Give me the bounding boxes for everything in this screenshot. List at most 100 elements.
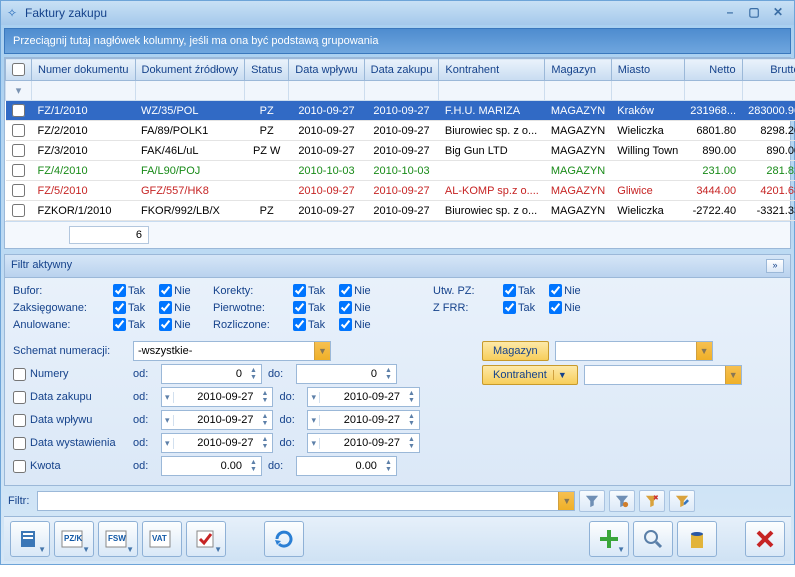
row-check[interactable] xyxy=(12,184,25,197)
bufor-nie[interactable] xyxy=(159,284,172,297)
rozl-nie[interactable] xyxy=(339,318,352,331)
col-doc-no[interactable]: Numer dokumentu xyxy=(32,59,136,81)
data-wplywu-check[interactable] xyxy=(13,414,26,427)
titlebar[interactable]: ✧ Faktury zakupu – ▢ ✕ xyxy=(1,1,794,25)
col-status[interactable]: Status xyxy=(245,59,289,81)
data-wyst-do[interactable]: ▾▲▼ xyxy=(307,433,419,453)
data-zakupu-do[interactable]: ▾▲▼ xyxy=(307,387,419,407)
kontrahent-combo[interactable]: ▼ xyxy=(584,365,742,385)
filtr-combo[interactable]: ▼ xyxy=(37,491,575,511)
svg-text:FSW: FSW xyxy=(108,534,126,543)
label-filtr: Filtr: xyxy=(4,495,33,507)
label-zaksiegowane: Zaksięgowane: xyxy=(13,302,113,314)
zfrr-tak[interactable] xyxy=(503,301,516,314)
filter-panel-title: Filtr aktywny xyxy=(11,259,72,273)
filter-panel-header[interactable]: Filtr aktywny » xyxy=(5,255,790,278)
table-row[interactable]: FZ/3/2010FAK/46L/uLPZ W2010-09-272010-09… xyxy=(6,141,795,161)
data-zakupu-check[interactable] xyxy=(13,391,26,404)
kwota-check[interactable] xyxy=(13,460,26,473)
col-src-doc[interactable]: Dokument źródłowy xyxy=(135,59,245,81)
book-button[interactable]: ▼ xyxy=(10,521,50,557)
table-row[interactable]: FZ/2/2010FA/89/POLK1PZ2010-09-272010-09-… xyxy=(6,121,795,141)
row-check[interactable] xyxy=(12,204,25,217)
table-row[interactable]: FZ/5/2010GFZ/557/HK82010-09-272010-09-27… xyxy=(6,181,795,201)
group-by-band[interactable]: Przeciągnij tutaj nagłówek kolumny, jeśl… xyxy=(4,28,791,54)
zaks-tak[interactable] xyxy=(113,301,126,314)
confirm-button[interactable]: ▼ xyxy=(186,521,226,557)
maximize-button[interactable]: ▢ xyxy=(744,5,764,21)
kontrahent-button[interactable]: Kontrahent ▼ xyxy=(482,365,578,385)
main-toolbar: ▼ PZ/K ▼ FSW ▼ VAT ▼ ▼ xyxy=(4,516,791,561)
pierw-nie[interactable] xyxy=(339,301,352,314)
table-row[interactable]: FZ/4/2010FA/L90/POJ2010-10-032010-10-03M… xyxy=(6,161,795,181)
rozl-tak[interactable] xyxy=(293,318,306,331)
add-button[interactable]: ▼ xyxy=(589,521,629,557)
col-net[interactable]: Netto xyxy=(684,59,742,81)
check-all[interactable] xyxy=(12,63,25,76)
magazyn-combo[interactable]: ▼ xyxy=(555,341,713,361)
col-date-in[interactable]: Data wpływu xyxy=(289,59,364,81)
collapse-button[interactable]: » xyxy=(766,259,784,273)
anul-tak[interactable] xyxy=(113,318,126,331)
zaks-nie[interactable] xyxy=(159,301,172,314)
col-checkbox[interactable] xyxy=(6,59,32,81)
data-wystawienia-check[interactable] xyxy=(13,437,26,450)
data-zakupu-od[interactable]: ▾▲▼ xyxy=(161,387,273,407)
table-row[interactable]: FZ/1/2010WZ/35/POLPZ2010-09-272010-09-27… xyxy=(6,101,795,121)
filter-edit-button[interactable] xyxy=(669,490,695,512)
schemat-input[interactable] xyxy=(134,343,314,359)
bufor-tak[interactable] xyxy=(113,284,126,297)
data-wyst-od[interactable]: ▾▲▼ xyxy=(161,433,273,453)
filter-bar: Filtr: ▼ ✖ xyxy=(4,490,791,512)
fsw-button[interactable]: FSW ▼ xyxy=(98,521,138,557)
filter-settings-button[interactable] xyxy=(609,490,635,512)
korekty-nie[interactable] xyxy=(339,284,352,297)
table-row[interactable]: FZKOR/1/2010FKOR/992/LB/XPZ2010-09-27201… xyxy=(6,201,795,221)
col-gross[interactable]: Brutto xyxy=(742,59,795,81)
label-numery: Numery xyxy=(30,368,69,380)
data-wplywu-do[interactable]: ▾▲▼ xyxy=(307,410,419,430)
col-city[interactable]: Miasto xyxy=(611,59,684,81)
filter-icon[interactable]: ▾ xyxy=(6,81,32,101)
anul-nie[interactable] xyxy=(159,318,172,331)
apply-filter-button[interactable] xyxy=(579,490,605,512)
korekty-tak[interactable] xyxy=(293,284,306,297)
delete-button[interactable] xyxy=(677,521,717,557)
row-check[interactable] xyxy=(12,104,25,117)
row-check[interactable] xyxy=(12,124,25,137)
numery-check[interactable] xyxy=(13,368,26,381)
dropdown-icon[interactable]: ▼ xyxy=(558,492,574,510)
schemat-combo[interactable]: ▼ xyxy=(133,341,331,361)
dropdown-icon[interactable]: ▼ xyxy=(725,366,741,384)
grid-filter-row[interactable]: ▾ xyxy=(6,81,795,101)
numery-do[interactable]: ▲▼ xyxy=(296,364,397,384)
kwota-do[interactable]: ▲▼ xyxy=(296,456,397,476)
close-window-button[interactable] xyxy=(745,521,785,557)
numery-od[interactable]: ▲▼ xyxy=(161,364,262,384)
chevron-down-icon[interactable]: ▼ xyxy=(553,370,567,380)
utwpz-tak[interactable] xyxy=(503,284,516,297)
svg-text:PZ/K: PZ/K xyxy=(64,534,82,543)
filter-clear-button[interactable]: ✖ xyxy=(639,490,665,512)
dropdown-icon[interactable]: ▼ xyxy=(314,342,330,360)
pierw-tak[interactable] xyxy=(293,301,306,314)
refresh-button[interactable] xyxy=(264,521,304,557)
row-check[interactable] xyxy=(12,144,25,157)
vat-button[interactable]: VAT xyxy=(142,521,182,557)
col-date-buy[interactable]: Data zakupu xyxy=(364,59,439,81)
utwpz-nie[interactable] xyxy=(549,284,562,297)
magazyn-button[interactable]: Magazyn xyxy=(482,341,549,361)
dropdown-icon[interactable]: ▼ xyxy=(696,342,712,360)
close-button[interactable]: ✕ xyxy=(768,5,788,21)
search-button[interactable] xyxy=(633,521,673,557)
col-store[interactable]: Magazyn xyxy=(545,59,611,81)
kwota-od[interactable]: ▲▼ xyxy=(161,456,262,476)
pzk-button[interactable]: PZ/K ▼ xyxy=(54,521,94,557)
data-wplywu-od[interactable]: ▾▲▼ xyxy=(161,410,273,430)
group-hint-text: Przeciągnij tutaj nagłówek kolumny, jeśl… xyxy=(13,35,378,47)
minimize-button[interactable]: – xyxy=(720,5,740,21)
col-contractor[interactable]: Kontrahent xyxy=(439,59,545,81)
filtr-input[interactable] xyxy=(38,493,558,509)
row-check[interactable] xyxy=(12,164,25,177)
zfrr-nie[interactable] xyxy=(549,301,562,314)
